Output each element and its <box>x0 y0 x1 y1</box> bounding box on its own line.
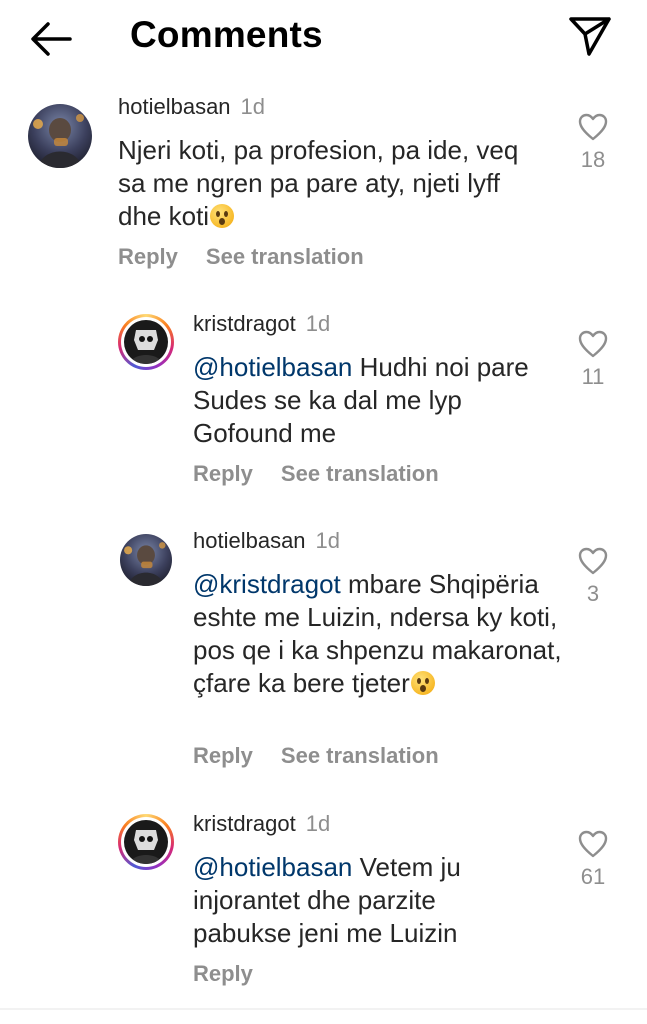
reply-button[interactable]: Reply <box>193 461 253 486</box>
avatar[interactable] <box>118 314 174 370</box>
comment-meta: kristdragot 1d <box>193 811 330 837</box>
username[interactable]: hotielbasan <box>193 528 306 553</box>
avatar[interactable] <box>28 104 92 168</box>
timestamp: 1d <box>305 311 331 336</box>
timestamp: 1d <box>240 94 266 119</box>
heart-icon[interactable] <box>578 113 608 141</box>
profile-photo-icon <box>124 820 168 864</box>
comment-meta: hotielbasan 1d <box>118 94 265 120</box>
like-control: 3 <box>568 547 618 607</box>
comment-text: @kristdragot mbare Shqipëria eshte me Lu… <box>193 569 562 698</box>
mention-link[interactable]: @kristdragot <box>193 569 341 599</box>
page-title: Comments <box>130 14 323 55</box>
comment-actions: Reply <box>193 961 253 987</box>
see-translation-button[interactable]: See translation <box>281 743 439 768</box>
mention-link[interactable]: @hotielbasan <box>193 352 352 382</box>
like-control: 18 <box>568 113 618 173</box>
like-count: 3 <box>586 581 600 606</box>
share-button[interactable] <box>566 14 614 58</box>
like-control: 11 <box>568 330 618 390</box>
mention-link[interactable]: @hotielbasan <box>193 852 352 882</box>
timestamp: 1d <box>315 528 341 553</box>
comment-text: Njeri koti, pa profesion, pa ide, veq sa… <box>118 135 519 231</box>
comment-meta: hotielbasan 1d <box>193 528 340 554</box>
divider <box>0 1008 647 1010</box>
username[interactable]: kristdragot <box>193 311 296 336</box>
reply-button[interactable]: Reply <box>118 244 178 269</box>
profile-photo-icon <box>124 320 168 364</box>
arrow-left-icon <box>31 22 72 56</box>
avatar[interactable] <box>118 814 174 870</box>
reply-button[interactable]: Reply <box>193 743 253 768</box>
comment-text: @hotielbasan Hudhi noi pare Sudes se ka … <box>193 352 529 448</box>
like-count: 11 <box>581 364 605 389</box>
timestamp: 1d <box>305 811 331 836</box>
heart-icon[interactable] <box>578 330 608 358</box>
paper-plane-icon <box>569 17 611 56</box>
profile-photo-icon <box>120 534 172 586</box>
comment-meta: kristdragot 1d <box>193 311 330 337</box>
reply-button[interactable]: Reply <box>193 961 253 986</box>
comment-text: @hotielbasan Vetem ju injorantet dhe par… <box>193 852 461 948</box>
comment-actions: Reply See translation <box>193 461 439 487</box>
hushed-face-emoji-icon <box>210 204 235 228</box>
username[interactable]: hotielbasan <box>118 94 231 119</box>
like-control: 61 <box>568 830 618 890</box>
like-count: 18 <box>580 147 606 172</box>
header-bar: Comments <box>0 0 647 78</box>
like-count: 61 <box>580 864 606 889</box>
profile-photo-icon <box>28 104 92 168</box>
see-translation-button[interactable]: See translation <box>281 461 439 486</box>
see-translation-button[interactable]: See translation <box>206 244 364 269</box>
heart-icon[interactable] <box>578 830 608 858</box>
avatar[interactable] <box>120 534 172 586</box>
hushed-face-emoji-icon <box>410 671 435 695</box>
comment-actions: Reply See translation <box>193 743 439 769</box>
back-button[interactable] <box>28 18 74 60</box>
heart-icon[interactable] <box>578 547 608 575</box>
comment-actions: Reply See translation <box>118 244 364 270</box>
username[interactable]: kristdragot <box>193 811 296 836</box>
